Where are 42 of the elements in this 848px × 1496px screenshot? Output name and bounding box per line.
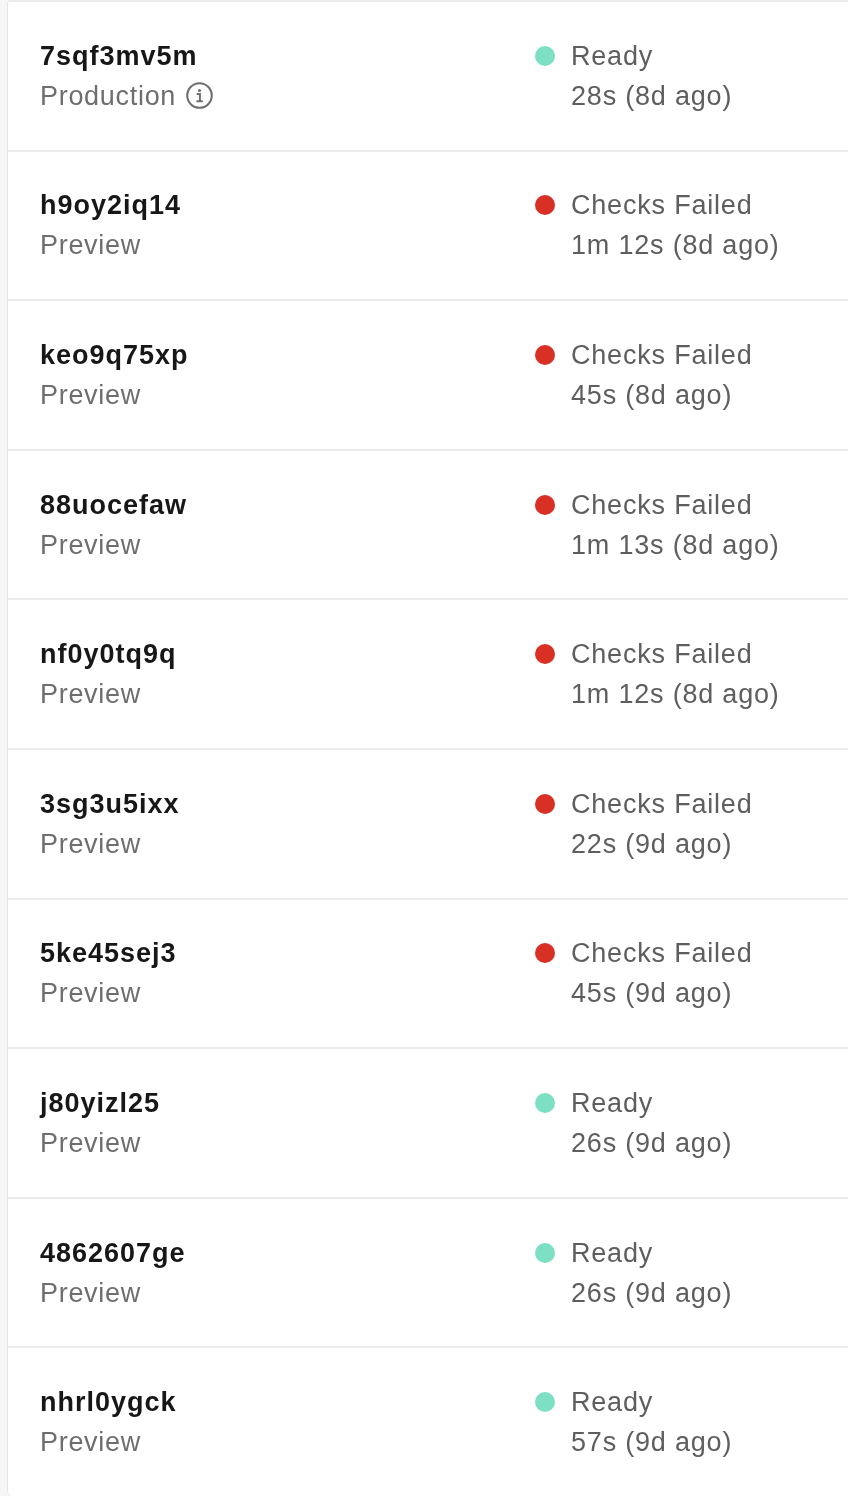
duration-label: 45s (8d ago) xyxy=(571,379,734,412)
status-label: Ready xyxy=(571,1086,655,1120)
status-label: Checks Failed xyxy=(571,339,754,372)
deployment-id: keo9q75xp xyxy=(40,339,189,372)
deployment-id: 3sg3u5ixx xyxy=(40,787,180,821)
deployment-id: 4862607ge xyxy=(40,1236,186,1270)
environment-label: Preview xyxy=(40,1126,141,1160)
environment-label: Preview xyxy=(40,528,141,562)
environment-label: Preview xyxy=(40,678,141,712)
environment-label: Preview xyxy=(40,229,141,263)
duration-label: 1m 12s (8d ago) xyxy=(571,678,781,712)
deployment-id: j80yizl25 xyxy=(40,1086,161,1120)
environment-label: Production xyxy=(40,79,177,113)
duration-label: 57s (9d ago) xyxy=(571,1426,734,1460)
status-label: Ready xyxy=(571,1386,655,1420)
deployment-id: nhrl0ygck xyxy=(40,1386,177,1420)
deployment-id: 88uocefaw xyxy=(40,488,188,522)
environment-label: Preview xyxy=(40,379,141,412)
environment-label: Preview xyxy=(40,827,141,861)
duration-label: 26s (9d ago) xyxy=(571,1276,734,1310)
duration-label: 26s (9d ago) xyxy=(571,1126,734,1160)
duration-label: 22s (9d ago) xyxy=(571,827,734,861)
deployment-id: 7sqf3mv5m xyxy=(40,39,198,73)
duration-label: 28s (8d ago) xyxy=(571,79,734,113)
deployment-row[interactable]: 7sqf3mv5m Production Ready 28s (8d ago) xyxy=(8,2,848,152)
status-label: Checks Failed xyxy=(571,488,754,522)
status-label: Checks Failed xyxy=(571,189,754,223)
duration-label: 1m 12s (8d ago) xyxy=(571,229,781,263)
environment-label: Preview xyxy=(40,1276,141,1310)
duration-label: 45s (9d ago) xyxy=(571,977,734,1011)
environment-label: Preview xyxy=(40,977,141,1011)
status-label: Checks Failed xyxy=(571,638,754,672)
status-label: Checks Failed xyxy=(571,937,754,971)
info-icon[interactable] xyxy=(186,82,214,110)
deployment-id: h9oy2iq14 xyxy=(40,189,182,223)
deployment-id: 5ke45sej3 xyxy=(40,937,177,971)
environment-label: Preview xyxy=(40,1426,141,1460)
duration-label: 1m 13s (8d ago) xyxy=(571,528,781,562)
status-label: Checks Failed xyxy=(571,787,754,821)
status-label: Ready xyxy=(571,39,655,73)
deployment-id: nf0y0tq9q xyxy=(40,638,177,672)
status-label: Ready xyxy=(571,1236,655,1270)
